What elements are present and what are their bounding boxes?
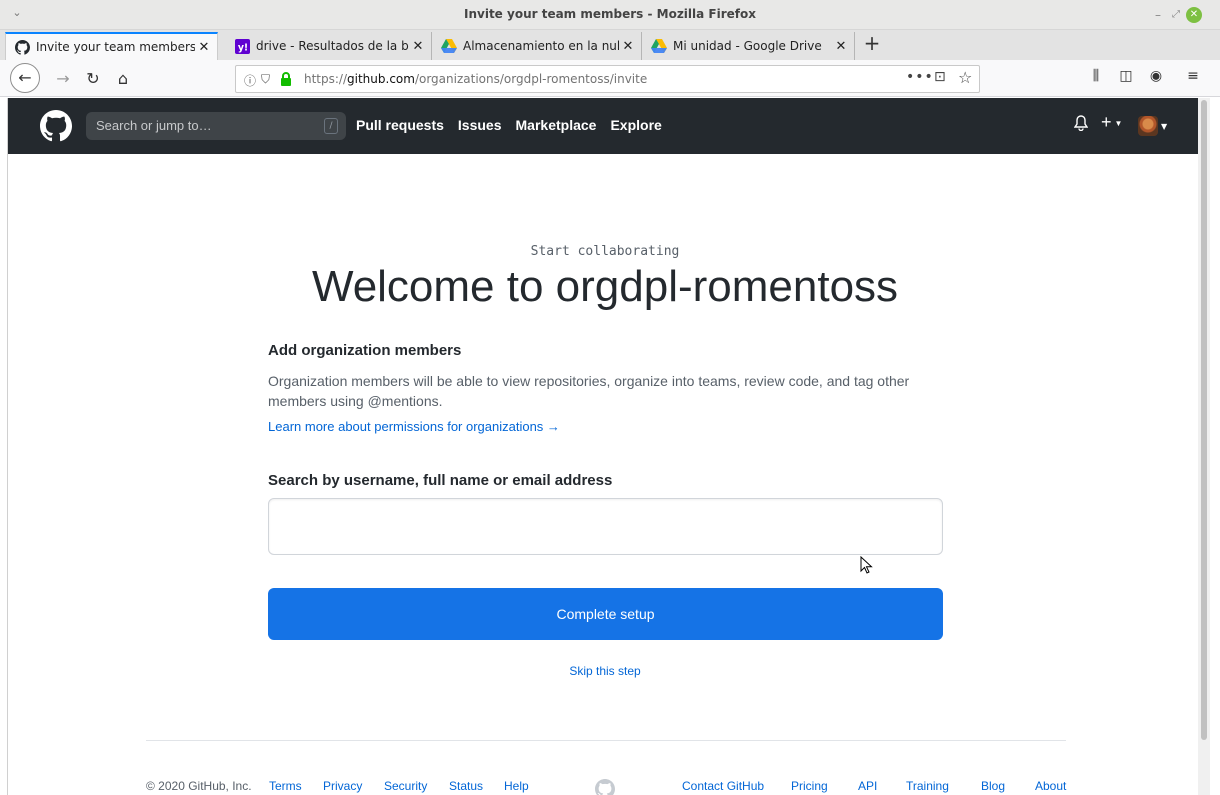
nav-issues[interactable]: Issues xyxy=(458,117,502,133)
sidebar-icon[interactable]: ◫ xyxy=(1115,68,1137,84)
url-domain: github.com xyxy=(347,72,415,86)
footer-divider xyxy=(146,740,1066,741)
github-search-input[interactable]: Search or jump to… / xyxy=(86,112,346,140)
new-tab-icon[interactable]: + xyxy=(862,33,882,55)
footer-link-pricing[interactable]: Pricing xyxy=(791,779,828,793)
page-left-edge xyxy=(0,98,8,795)
footer-copyright: © 2020 GitHub, Inc. xyxy=(146,779,252,793)
footer-link-privacy[interactable]: Privacy xyxy=(323,779,362,793)
footer-link-help[interactable]: Help xyxy=(504,779,529,793)
scrollbar-thumb[interactable] xyxy=(1201,100,1207,740)
maximize-icon[interactable]: ⤢ xyxy=(1168,7,1184,23)
google-drive-icon xyxy=(651,38,667,54)
minimize-icon[interactable]: – xyxy=(1150,7,1166,23)
info-icon[interactable]: ⓘ xyxy=(244,72,256,89)
footer-link-api[interactable]: API xyxy=(858,779,877,793)
create-new-dropdown[interactable]: + ▼ xyxy=(1101,112,1122,133)
tab-mi-unidad[interactable]: Mi unidad - Google Drive ✕ xyxy=(643,32,855,60)
svg-text:y!: y! xyxy=(237,42,247,53)
footer-link-about[interactable]: About xyxy=(1035,779,1066,793)
close-window-icon[interactable]: ✕ xyxy=(1186,7,1202,23)
vertical-scrollbar[interactable] xyxy=(1198,98,1210,795)
reload-icon[interactable]: ↻ xyxy=(80,66,106,92)
close-tab-icon[interactable]: ✕ xyxy=(195,40,213,55)
url-bar[interactable]: ⓘ ⛉ https://github.com/organizations/org… xyxy=(235,65,980,93)
github-primary-nav: Pull requests Issues Marketplace Explore xyxy=(356,117,676,133)
avatar xyxy=(1138,116,1158,136)
nav-pull-requests[interactable]: Pull requests xyxy=(356,117,444,133)
tab-almacenamiento[interactable]: Almacenamiento en la nub ✕ xyxy=(433,32,642,60)
section-description: Organization members will be able to vie… xyxy=(268,373,910,409)
window-title: Invite your team members - Mozilla Firef… xyxy=(464,7,756,21)
complete-setup-button[interactable]: Complete setup xyxy=(268,588,943,640)
tab-label: drive - Resultados de la bús xyxy=(256,39,409,53)
tab-label: Invite your team members xyxy=(36,40,195,54)
nav-explore[interactable]: Explore xyxy=(610,117,661,133)
tab-label: Mi unidad - Google Drive xyxy=(673,39,822,53)
section-title: Add organization members xyxy=(268,342,462,359)
bookmark-star-icon[interactable]: ☆ xyxy=(958,68,972,87)
caret-down-icon: ▼ xyxy=(1114,118,1123,128)
lock-icon[interactable] xyxy=(280,72,292,86)
search-placeholder: Search or jump to… xyxy=(96,118,212,133)
footer-link-security[interactable]: Security xyxy=(384,779,427,793)
hamburger-menu-icon[interactable]: ≡ xyxy=(1182,68,1204,84)
plus-icon: + xyxy=(1101,112,1112,132)
learn-more-permissions-link[interactable]: Learn more about permissions for organiz… xyxy=(268,419,560,434)
github-icon xyxy=(14,39,30,55)
url-text: https://github.com/organizations/orgdpl-… xyxy=(304,72,647,86)
notifications-bell-icon[interactable] xyxy=(1073,115,1090,135)
nav-marketplace[interactable]: Marketplace xyxy=(516,117,597,133)
footer-link-status[interactable]: Status xyxy=(449,779,483,793)
tab-invite-team-members[interactable]: Invite your team members ✕ xyxy=(5,32,218,60)
url-path: /organizations/orgdpl-romentoss/invite xyxy=(414,72,648,86)
footer-link-training[interactable]: Training xyxy=(906,779,949,793)
back-arrow-icon[interactable]: ← xyxy=(10,63,40,93)
url-prefix: https:// xyxy=(304,72,348,86)
close-tab-icon[interactable]: ✕ xyxy=(832,39,850,54)
forward-arrow-icon[interactable]: → xyxy=(50,66,76,92)
yahoo-icon: y! xyxy=(234,38,250,54)
navigation-toolbar: ← → ↻ ⌂ ⓘ ⛉ https://github.com/organizat… xyxy=(0,60,1220,97)
library-icon[interactable]: ⫼ xyxy=(1085,68,1107,84)
footer-link-blog[interactable]: Blog xyxy=(981,779,1005,793)
footer-link-terms[interactable]: Terms xyxy=(269,779,302,793)
footer-link-contact[interactable]: Contact GitHub xyxy=(682,779,764,793)
member-search-input[interactable] xyxy=(268,498,943,555)
slash-shortcut-hint: / xyxy=(324,118,338,134)
close-tab-icon[interactable]: ✕ xyxy=(619,39,637,54)
home-icon[interactable]: ⌂ xyxy=(110,66,136,92)
extension-icon[interactable]: ◉ xyxy=(1145,68,1167,84)
page-right-edge xyxy=(1210,98,1220,795)
page-actions-icon[interactable]: ••• xyxy=(906,69,934,85)
page-eyebrow: Start collaborating xyxy=(530,244,680,259)
skip-step-link[interactable]: Skip this step xyxy=(0,664,1210,678)
member-search-label: Search by username, full name or email a… xyxy=(268,472,613,489)
github-logo-icon[interactable] xyxy=(40,110,72,142)
site-footer: © 2020 GitHub, Inc. Terms Privacy Securi… xyxy=(146,779,1066,795)
tab-drive-results[interactable]: y! drive - Resultados de la bús ✕ xyxy=(226,32,432,60)
user-menu-dropdown[interactable]: ▼ xyxy=(1138,116,1167,136)
mouse-cursor-icon xyxy=(860,556,873,574)
window-titlebar: ⌄ Invite your team members - Mozilla Fir… xyxy=(0,0,1220,30)
tab-label: Almacenamiento en la nub xyxy=(463,39,619,53)
pocket-icon[interactable]: ⊡ xyxy=(934,69,946,85)
caret-down-icon: ▼ xyxy=(1161,121,1168,131)
google-drive-icon xyxy=(441,38,457,54)
github-header: Search or jump to… / Pull requests Issue… xyxy=(8,98,1198,154)
tab-strip: Invite your team members ✕ y! drive - Re… xyxy=(0,30,1220,60)
github-mark-icon[interactable] xyxy=(595,779,615,795)
tracking-protection-icon[interactable]: ⛉ xyxy=(261,72,270,87)
close-tab-icon[interactable]: ✕ xyxy=(409,39,427,54)
page-title: Welcome to orgdpl-romentoss xyxy=(311,262,899,311)
